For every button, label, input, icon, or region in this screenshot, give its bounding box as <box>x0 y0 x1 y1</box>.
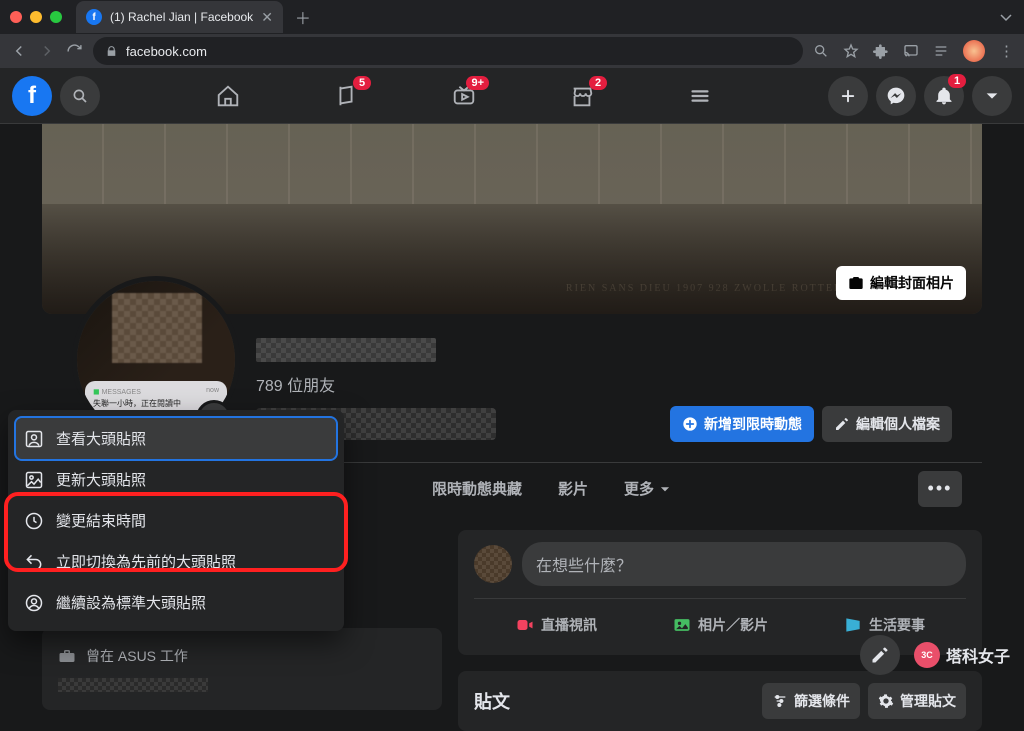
clock-icon <box>24 511 44 531</box>
menu-switch-previous[interactable]: 立即切換為先前的大頭貼照 <box>16 541 336 582</box>
back-button[interactable] <box>10 42 28 60</box>
address-bar[interactable]: facebook.com <box>93 37 803 65</box>
tab-bar: f (1) Rachel Jian | Facebook ✕ ＋ <box>0 0 1024 34</box>
maximize-window[interactable] <box>50 11 62 23</box>
nav-pages[interactable]: 5 <box>291 72 401 120</box>
browser-tab[interactable]: f (1) Rachel Jian | Facebook ✕ <box>76 1 283 33</box>
intro-work: 曾在 ASUS 工作 <box>58 640 426 672</box>
url-text: facebook.com <box>126 44 207 59</box>
window-controls <box>10 11 62 23</box>
nav-watch[interactable]: 9+ <box>409 72 519 120</box>
market-badge: 2 <box>589 76 607 90</box>
nav-home[interactable] <box>173 72 283 120</box>
browser-chrome: f (1) Rachel Jian | Facebook ✕ ＋ faceboo… <box>0 0 1024 68</box>
tab-more[interactable]: 更多 <box>608 464 688 513</box>
composer-live-video[interactable]: 直播視訊 <box>474 607 638 643</box>
posts-header-card: 貼文 篩選條件 管理貼文 <box>458 671 982 731</box>
new-tab-button[interactable]: ＋ <box>295 5 311 29</box>
notif-badge: 1 <box>948 74 966 88</box>
messenger-button[interactable] <box>876 76 916 116</box>
close-window[interactable] <box>10 11 22 23</box>
tab-stories-archive[interactable]: 限時動態典藏 <box>416 464 538 513</box>
facebook-nav: f 5 9+ 2 1 <box>0 68 1024 124</box>
create-button[interactable] <box>828 76 868 116</box>
chrome-actions: ⋮ <box>813 40 1014 62</box>
nav-menu[interactable] <box>645 72 755 120</box>
cast-icon[interactable] <box>903 43 919 59</box>
expand-tabs-icon[interactable] <box>998 9 1014 25</box>
person-frame-icon <box>24 429 44 449</box>
chrome-search-icon[interactable] <box>813 43 829 59</box>
nav-center: 5 9+ 2 <box>108 72 820 120</box>
menu-view-avatar[interactable]: 查看大頭貼照 <box>16 418 336 459</box>
avatar-dropdown-menu: 查看大頭貼照 更新大頭貼照 變更結束時間 立即切換為先前的大頭貼照 繼續設為標準… <box>8 410 344 631</box>
composer-photo-video[interactable]: 相片／影片 <box>638 607 802 643</box>
minimize-window[interactable] <box>30 11 42 23</box>
add-story-button[interactable]: 新增到限時動態 <box>670 406 814 442</box>
profile-actions: 新增到限時動態 編輯個人檔案 <box>670 406 952 442</box>
account-button[interactable] <box>972 76 1012 116</box>
watermark-text: 塔科女子 <box>946 643 1010 667</box>
nav-marketplace[interactable]: 2 <box>527 72 637 120</box>
intro-line-redacted <box>58 678 208 692</box>
undo-icon <box>24 552 44 572</box>
manage-posts-button[interactable]: 管理貼文 <box>868 683 966 719</box>
chrome-profile-avatar[interactable] <box>963 40 985 62</box>
reload-button[interactable] <box>66 43 83 60</box>
extensions-icon[interactable] <box>873 43 889 59</box>
posts-title: 貼文 <box>474 688 510 714</box>
edit-profile-button[interactable]: 編輯個人檔案 <box>822 406 952 442</box>
filter-posts-button[interactable]: 篩選條件 <box>762 683 860 719</box>
watermark-badge: 3C <box>914 642 940 668</box>
menu-change-end-time[interactable]: 變更結束時間 <box>16 500 336 541</box>
address-bar-row: facebook.com ⋮ <box>0 34 1024 68</box>
notifications-button[interactable]: 1 <box>924 76 964 116</box>
facebook-favicon: f <box>86 9 102 25</box>
pages-badge: 5 <box>353 76 371 90</box>
cover-caption: RIEN SANS DIEU 1907 928 ZWOLLE ROTTERDAM <box>566 283 872 294</box>
image-icon <box>24 470 44 490</box>
tab-videos[interactable]: 影片 <box>542 464 604 513</box>
nav-right: 1 <box>828 76 1012 116</box>
bookmark-star-icon[interactable] <box>843 43 859 59</box>
menu-keep-standard[interactable]: 繼續設為標準大頭貼照 <box>16 582 336 623</box>
facebook-logo[interactable]: f <box>12 76 52 116</box>
chrome-menu-icon[interactable]: ⋮ <box>999 42 1014 60</box>
reading-list-icon[interactable] <box>933 43 949 59</box>
edit-cover-button[interactable]: 編輯封面相片 <box>836 266 966 300</box>
composer-input[interactable]: 在想些什麼？ <box>522 542 966 586</box>
tab-overflow-button[interactable]: ••• <box>918 471 962 507</box>
composer-avatar[interactable] <box>474 545 512 583</box>
person-circle-icon <box>24 593 44 613</box>
watermark: 3C 塔科女子 <box>860 635 1010 675</box>
menu-update-avatar[interactable]: 更新大頭貼照 <box>16 459 336 500</box>
forward-button[interactable] <box>38 42 56 60</box>
friends-count[interactable]: 789 位朋友 <box>256 372 952 396</box>
intro-card: 曾在 ASUS 工作 <box>42 628 442 710</box>
profile-name-redacted <box>256 338 436 362</box>
floating-edit-button[interactable] <box>860 635 900 675</box>
lock-icon <box>105 45 118 58</box>
watch-badge: 9+ <box>466 76 489 90</box>
facebook-search-button[interactable] <box>60 76 100 116</box>
tab-title: (1) Rachel Jian | Facebook <box>110 10 253 24</box>
close-tab-icon[interactable]: ✕ <box>261 9 273 26</box>
